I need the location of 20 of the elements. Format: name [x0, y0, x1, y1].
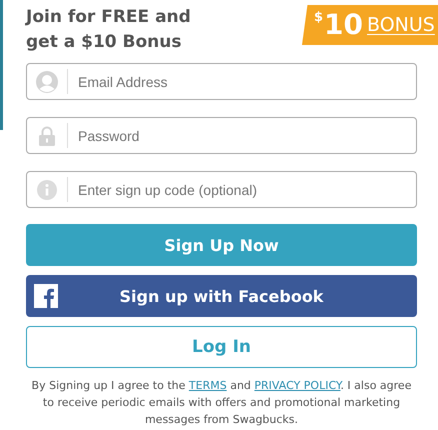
password-input[interactable]: Password	[68, 118, 416, 153]
lock-icon	[39, 126, 55, 146]
ribbon-amount: 10	[324, 11, 364, 39]
ribbon-label: BONUS	[367, 14, 435, 36]
user-icon	[36, 70, 58, 92]
info-icon	[37, 180, 57, 200]
log-in-button[interactable]: Log In	[26, 326, 417, 368]
facebook-button[interactable]: Sign up with Facebook	[26, 275, 417, 317]
facebook-icon	[34, 284, 58, 308]
code-input[interactable]: Enter sign up code (optional)	[68, 172, 416, 207]
password-field[interactable]: Password	[26, 117, 417, 154]
sign-up-button[interactable]: Sign Up Now	[26, 224, 417, 266]
heading: Join for FREE and get a $10 Bonus	[26, 6, 191, 54]
email-input[interactable]: Email Address	[68, 64, 416, 99]
privacy-policy-link[interactable]: PRIVACY POLICY	[254, 379, 340, 392]
terms-notice: By Signing up I agree to the TERMS and PRIVACY POLICY. I also agree to receive periodic emails with offers and promotional marketing messages from Swagbucks.	[30, 378, 412, 428]
code-field[interactable]: Enter sign up code (optional)	[26, 171, 417, 208]
email-field[interactable]: Email Address	[26, 63, 417, 100]
terms-link[interactable]: TERMS	[188, 379, 227, 392]
ribbon-currency: $	[314, 10, 324, 25]
